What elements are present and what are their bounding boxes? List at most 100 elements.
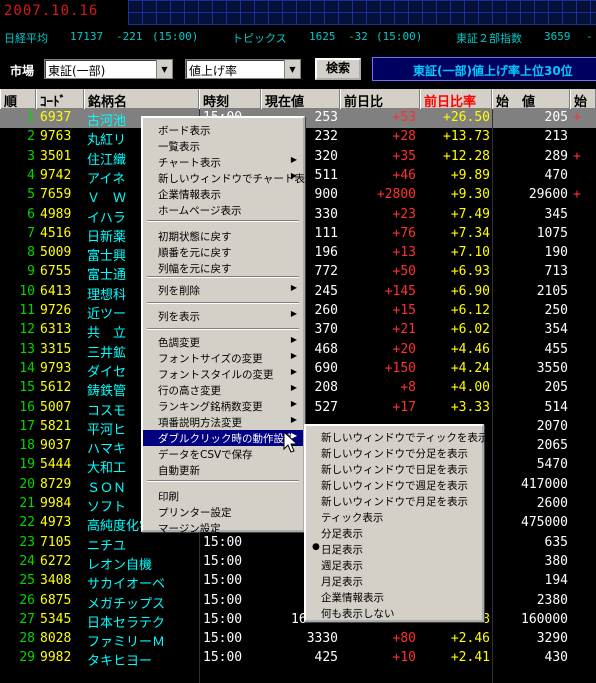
context-menu-item[interactable]: 色調変更 ▶ bbox=[143, 334, 303, 350]
nikkei-value: 17137 bbox=[70, 30, 104, 43]
code-cell: 6755 bbox=[40, 264, 72, 280]
topix-time: (15:00) bbox=[376, 30, 423, 43]
code-cell: 4989 bbox=[40, 206, 72, 222]
context-menu-item[interactable]: フォントスタイルの変更 ▶ bbox=[143, 366, 303, 382]
submenu-item[interactable]: ティック表示 bbox=[306, 509, 482, 525]
table-row[interactable]: 26 6875 メガチップス 15:00 2380 bbox=[0, 592, 596, 612]
code-cell: 3501 bbox=[40, 148, 72, 164]
context-menu-item[interactable]: 初期状態に戻す bbox=[143, 228, 303, 244]
submenu-item[interactable]: 新しいウィンドウで月足を表示 bbox=[306, 493, 482, 509]
nikkei-change: -221 bbox=[116, 30, 143, 43]
context-menu-item[interactable]: フォントサイズの変更 ▶ bbox=[143, 350, 303, 366]
double-click-submenu: 新しいウィンドウでティックを表示新しいウィンドウで分足を表示 新しいウィンドウで日… bbox=[304, 424, 488, 622]
code-cell: 9742 bbox=[40, 167, 72, 183]
date-display: 2007.10.16 bbox=[4, 3, 99, 19]
context-menu-item[interactable]: 順番を元に戻す bbox=[143, 244, 303, 260]
change-cell: +80 bbox=[392, 631, 416, 647]
stock-ranking-app: 2007.10.16 日経平均 17137 -221 (15:00) トピックス… bbox=[0, 0, 596, 683]
col-time[interactable]: 時刻 bbox=[199, 89, 261, 109]
context-menu-item[interactable]: 列幅を元に戻す bbox=[143, 260, 303, 276]
price-cell: 425 bbox=[314, 650, 338, 666]
ranking-type-select[interactable]: 値上げ率 ▼ bbox=[185, 59, 301, 79]
rank-cell: 21 bbox=[19, 496, 35, 511]
chevron-down-icon[interactable]: ▼ bbox=[156, 60, 172, 78]
change-rate-cell: +26.50 bbox=[443, 110, 490, 125]
change-rate-cell: +6.90 bbox=[450, 283, 490, 299]
menu-separator bbox=[147, 302, 299, 304]
context-menu-item-label: ダブルクリック時の動作設定 bbox=[158, 433, 295, 445]
table-row[interactable]: 23 7105 ニチユ 15:00 635 bbox=[0, 534, 596, 554]
search-button[interactable]: 検索 bbox=[315, 58, 361, 80]
change-cell: +28 bbox=[392, 129, 416, 145]
context-menu-item[interactable]: 企業情報表示 bbox=[143, 186, 303, 202]
table-row[interactable]: 28 8028 ファミリーＭ 15:00 3330 +80 +2.46 3290 bbox=[0, 630, 596, 650]
col-change[interactable]: 前日比 bbox=[340, 89, 420, 109]
market-select[interactable]: 東証(一部) ▼ bbox=[44, 59, 173, 79]
submenu-item-label: 企業情報表示 bbox=[321, 592, 384, 604]
context-menu-item[interactable]: 一覧表示 bbox=[143, 138, 303, 154]
submenu-item[interactable]: 週足表示 bbox=[306, 557, 482, 573]
table-row[interactable]: 29 9982 タキヒヨー 15:00 425 +10 +2.41 430 bbox=[0, 649, 596, 669]
change-cell: +35 bbox=[392, 148, 416, 164]
radio-selected-icon: ● bbox=[312, 542, 320, 552]
submenu-item[interactable]: 企業情報表示 bbox=[306, 589, 482, 605]
submenu-item[interactable]: 新しいウィンドウで週足を表示 bbox=[306, 477, 482, 493]
code-cell: 5444 bbox=[40, 457, 72, 473]
col-change-rate[interactable]: 前日比率 bbox=[420, 89, 492, 109]
submenu-item[interactable]: 月足表示 bbox=[306, 573, 482, 589]
context-menu-item[interactable]: 新しいウィンドウでチャート表示 ▶ bbox=[143, 170, 315, 186]
rank-cell: 1 bbox=[27, 110, 35, 125]
context-menu-item[interactable]: 印刷 bbox=[143, 488, 303, 504]
context-menu-item[interactable]: 列を削除 ▶ bbox=[143, 282, 303, 298]
submenu-item-label: 新しいウィンドウで分足を表示 bbox=[321, 448, 468, 460]
change-rate-cell: +9.89 bbox=[450, 167, 490, 183]
context-menu-item[interactable]: 項番説明方法変更 ▶ bbox=[143, 414, 303, 430]
change-cell: +10 bbox=[392, 650, 416, 666]
code-cell: 9984 bbox=[40, 496, 72, 511]
intraday-grid-panel bbox=[128, 0, 596, 25]
submenu-item[interactable]: 新しいウィンドウで日足を表示 bbox=[306, 461, 482, 477]
rank-cell: 18 bbox=[19, 438, 35, 454]
open-cell: 205 bbox=[544, 380, 568, 396]
context-menu-item[interactable]: データをCSVで保存 bbox=[143, 446, 303, 462]
open-cell: 160000 bbox=[521, 611, 568, 627]
col-rank[interactable]: 順 bbox=[0, 89, 36, 109]
submenu-item-label: 新しいウィンドウで日足を表示 bbox=[321, 464, 468, 476]
submenu-item[interactable]: 分足表示 bbox=[306, 525, 482, 541]
context-menu-item[interactable]: プリンター設定 bbox=[143, 504, 303, 520]
col-code[interactable]: ｺｰﾄﾞ bbox=[36, 89, 84, 109]
context-menu-item-label: 列幅を元に戻す bbox=[158, 263, 232, 275]
submenu-arrow-icon: ▶ bbox=[290, 367, 297, 376]
next-cell: + bbox=[573, 148, 581, 164]
submenu-item[interactable]: 新しいウィンドウで分足を表示 bbox=[306, 445, 482, 461]
context-menu-item[interactable]: ボード表示 bbox=[143, 122, 303, 138]
rank-cell: 6 bbox=[27, 206, 35, 222]
col-next[interactable]: 始 bbox=[570, 89, 596, 109]
col-open[interactable]: 始 値 bbox=[492, 89, 570, 109]
context-menu-item[interactable]: ランキング銘柄数変更 ▶ bbox=[143, 398, 303, 414]
code-cell: 5007 bbox=[40, 399, 72, 415]
context-menu-item[interactable]: ダブルクリック時の動作設定 ▶ bbox=[143, 430, 303, 446]
context-menu-item[interactable]: 行の高さ変更 ▶ bbox=[143, 382, 303, 398]
col-name[interactable]: 銘柄名 bbox=[84, 89, 199, 109]
open-cell: 205 bbox=[544, 110, 568, 125]
submenu-item-label: 日足表示 bbox=[321, 544, 363, 556]
col-price[interactable]: 現在値 bbox=[261, 89, 340, 109]
rank-cell: 7 bbox=[27, 225, 35, 241]
submenu-item[interactable]: 何も表示しない bbox=[306, 605, 482, 621]
time-cell: 15:00 bbox=[203, 534, 243, 550]
chevron-down-icon[interactable]: ▼ bbox=[284, 60, 300, 78]
table-row[interactable]: 275345日本セラテク15:00165000+4000+2.48160000 bbox=[0, 611, 596, 631]
context-menu-item[interactable]: チャート表示 ▶ bbox=[143, 154, 303, 170]
submenu-item[interactable]: 新しいウィンドウでティックを表示 bbox=[306, 429, 488, 445]
context-menu-item[interactable]: マージン設定 bbox=[143, 520, 303, 536]
rank-cell: 19 bbox=[19, 457, 35, 473]
context-menu-item[interactable]: 列を表示 ▶ bbox=[143, 308, 303, 324]
change-rate-cell: +4.46 bbox=[450, 341, 490, 357]
submenu-item-label: 月足表示 bbox=[321, 576, 363, 588]
table-row[interactable]: 24 6272 レオン自機 15:00 380 bbox=[0, 553, 596, 573]
context-menu-item[interactable]: ホームページ表示 bbox=[143, 202, 303, 218]
table-row[interactable]: 25 3408 サカイオーベ 15:00 194 bbox=[0, 572, 596, 592]
submenu-item[interactable]: ● 日足表示 bbox=[306, 541, 482, 557]
context-menu-item[interactable]: 自動更新 bbox=[143, 462, 303, 478]
